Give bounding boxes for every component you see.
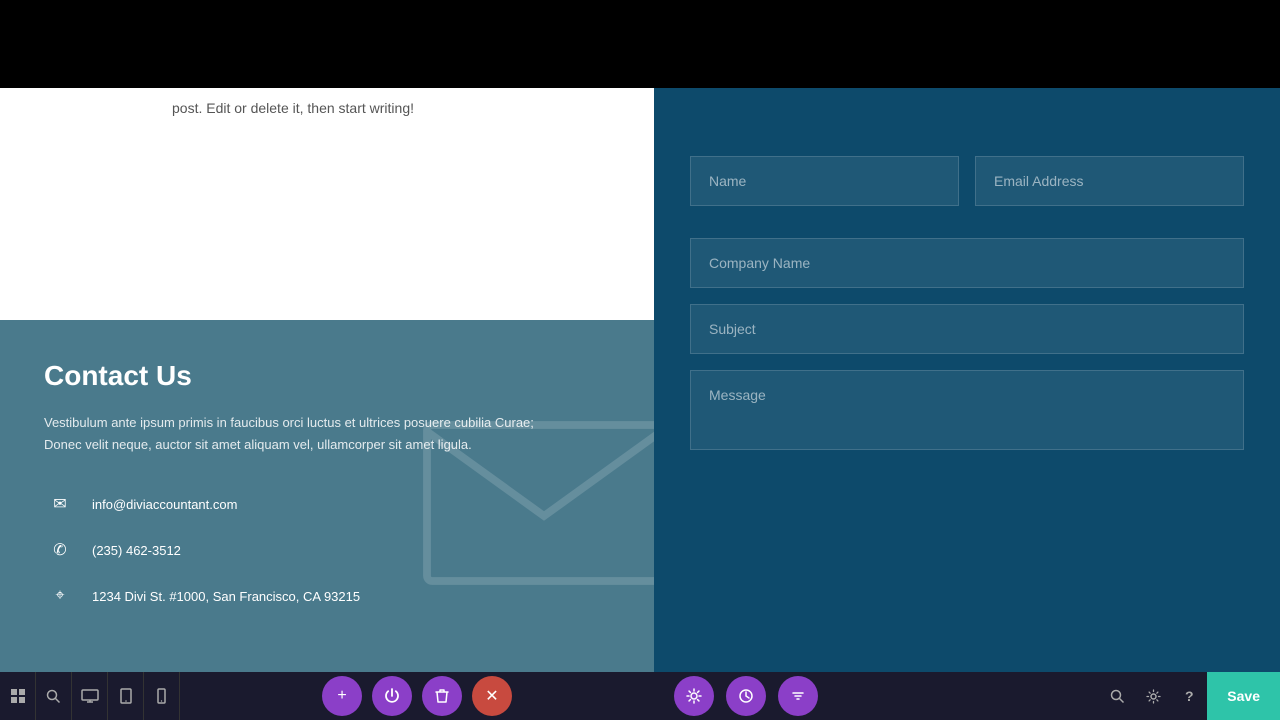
sort-fab[interactable] bbox=[778, 676, 818, 716]
search-icon-btn[interactable] bbox=[36, 672, 72, 720]
save-button[interactable]: Save bbox=[1207, 672, 1280, 720]
right-fab-group bbox=[654, 676, 1099, 716]
left-section: post. Edit or delete it, then start writ… bbox=[0, 88, 654, 720]
page-wrapper: post. Edit or delete it, then start writ… bbox=[0, 88, 1280, 720]
settings-right-btn[interactable] bbox=[1135, 672, 1171, 720]
search-right-btn[interactable] bbox=[1099, 672, 1135, 720]
grid-icon-btn[interactable] bbox=[0, 672, 36, 720]
trash-fab[interactable] bbox=[422, 676, 462, 716]
right-bottom-bar: ? Save bbox=[654, 672, 1280, 720]
company-row bbox=[690, 238, 1244, 288]
subject-input[interactable] bbox=[690, 304, 1244, 354]
settings-fab[interactable] bbox=[674, 676, 714, 716]
contact-email: info@diviaccountant.com bbox=[92, 497, 237, 512]
tablet-icon-btn[interactable] bbox=[108, 672, 144, 720]
form-section bbox=[654, 88, 1280, 672]
name-email-row bbox=[690, 156, 1244, 206]
power-fab[interactable] bbox=[372, 676, 412, 716]
message-row bbox=[690, 370, 1244, 455]
location-icon: ⌖ bbox=[44, 580, 76, 612]
contact-watermark bbox=[414, 360, 654, 620]
contact-panel: Contact Us Vestibulum ante ipsum primis … bbox=[0, 320, 654, 720]
left-toolbar-icons bbox=[0, 672, 180, 720]
email-input[interactable] bbox=[975, 156, 1244, 206]
name-input[interactable] bbox=[690, 156, 959, 206]
contact-phone: (235) 462-3512 bbox=[92, 543, 181, 558]
floating-action-btns: + ✕ bbox=[180, 676, 654, 716]
company-input[interactable] bbox=[690, 238, 1244, 288]
email-icon: ✉ bbox=[44, 488, 76, 520]
top-black-bar bbox=[0, 0, 1280, 88]
mobile-icon-btn[interactable] bbox=[144, 672, 180, 720]
history-fab[interactable] bbox=[726, 676, 766, 716]
desktop-icon-btn[interactable] bbox=[72, 672, 108, 720]
phone-icon: ✆ bbox=[44, 534, 76, 566]
subject-row bbox=[690, 304, 1244, 354]
close-fab[interactable]: ✕ bbox=[472, 676, 512, 716]
add-fab[interactable]: + bbox=[322, 676, 362, 716]
post-text: post. Edit or delete it, then start writ… bbox=[0, 88, 654, 116]
message-textarea[interactable] bbox=[690, 370, 1244, 450]
help-right-btn[interactable]: ? bbox=[1171, 672, 1207, 720]
contact-address: 1234 Divi St. #1000, San Francisco, CA 9… bbox=[92, 589, 360, 604]
left-bottom-bar: + ✕ bbox=[0, 672, 654, 720]
